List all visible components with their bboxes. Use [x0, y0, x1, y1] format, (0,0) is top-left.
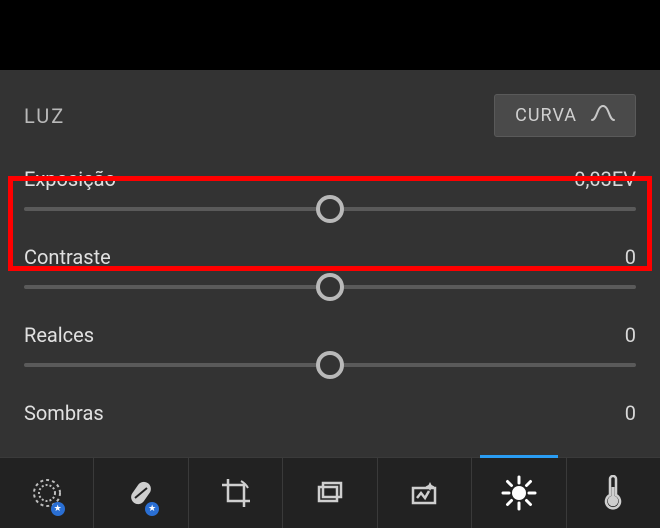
shadows-value: 0 [625, 401, 636, 425]
contrast-handle[interactable] [316, 273, 344, 301]
select-tool[interactable]: ★ [0, 458, 94, 528]
contrast-label: Contraste [24, 245, 111, 269]
highlights-slider-row: Realces 0 [0, 311, 660, 389]
contrast-value: 0 [625, 245, 636, 269]
color-temp-tool[interactable] [567, 458, 660, 528]
section-header: LUZ CURVA [0, 70, 660, 155]
highlights-label: Realces [24, 323, 94, 347]
contrast-slider[interactable] [24, 285, 636, 289]
auto-tool[interactable] [378, 458, 472, 528]
light-tool[interactable] [472, 458, 566, 528]
heal-tool[interactable]: ★ [94, 458, 188, 528]
highlights-handle[interactable] [316, 351, 344, 379]
curve-button-label: CURVA [515, 105, 577, 126]
exposure-value: -0,03EV [569, 167, 636, 191]
section-title: LUZ [24, 104, 65, 128]
shadows-slider-row: Sombras 0 [0, 389, 660, 425]
curve-icon [591, 105, 615, 126]
star-badge-icon: ★ [145, 502, 159, 516]
bottom-toolbar: ★ ★ [0, 457, 660, 528]
exposure-handle[interactable] [316, 195, 344, 223]
presets-tool[interactable] [283, 458, 377, 528]
highlights-value: 0 [625, 323, 636, 347]
curve-button[interactable]: CURVA [494, 94, 636, 137]
exposure-slider[interactable] [24, 207, 636, 211]
exposure-label: Exposição [24, 167, 116, 191]
sliders-area: Exposição -0,03EV Contraste 0 Realces 0 [0, 155, 660, 425]
star-badge-icon: ★ [51, 502, 65, 516]
light-panel: LUZ CURVA Exposição -0,03EV Contraste 0 [0, 70, 660, 425]
highlights-slider[interactable] [24, 363, 636, 367]
crop-tool[interactable] [189, 458, 283, 528]
exposure-slider-row: Exposição -0,03EV [0, 155, 660, 233]
image-preview [0, 0, 660, 70]
shadows-label: Sombras [24, 401, 104, 425]
contrast-slider-row: Contraste 0 [0, 233, 660, 311]
